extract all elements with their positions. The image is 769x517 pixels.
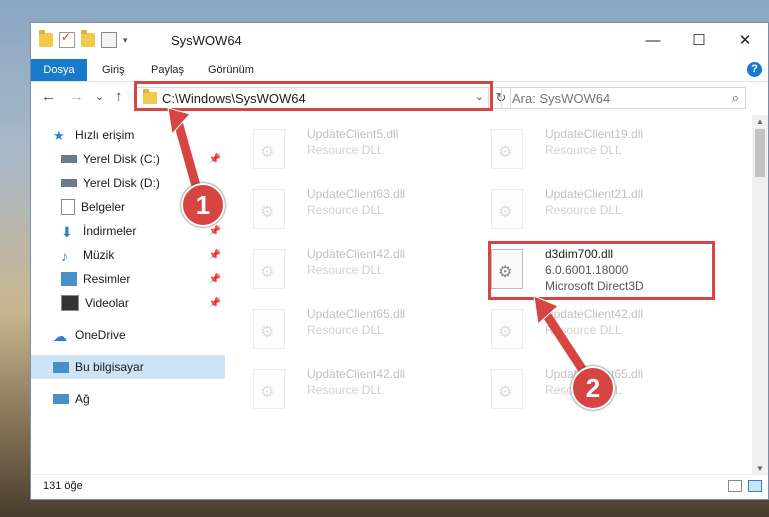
sidebar-item-music[interactable]: ♪ Müzik 📌 xyxy=(61,243,225,267)
pictures-icon xyxy=(61,272,77,286)
folder-icon xyxy=(39,30,53,47)
file-item[interactable]: UpdateClient42.dll Resource DLL xyxy=(239,241,469,297)
sidebar-item-label: İndirmeler xyxy=(83,224,137,238)
pin-icon: 📌 xyxy=(208,273,221,285)
video-icon xyxy=(61,295,79,311)
ribbon-tabs: Dosya Giriş Paylaş Görünüm ? xyxy=(31,59,768,82)
sidebar-item-label: Müzik xyxy=(83,248,115,262)
file-item[interactable]: UpdateClient5.dll Resource DLL xyxy=(239,121,469,177)
file-name: UpdateClient42.dll xyxy=(307,367,406,381)
vertical-scrollbar[interactable]: ▲ ▼ xyxy=(752,115,768,475)
file-name: UpdateClient65.dll xyxy=(307,307,406,321)
sidebar-item-label: Videolar xyxy=(85,296,129,310)
file-name: UpdateClient42.dll xyxy=(307,247,406,261)
dll-file-icon xyxy=(491,369,523,409)
sidebar-item-label: Yerel Disk (D:) xyxy=(83,176,160,190)
file-description: Resource DLL xyxy=(307,383,384,397)
file-item[interactable]: UpdateClient63.dll Resource DLL xyxy=(239,181,469,237)
music-icon: ♪ xyxy=(61,248,68,264)
dll-file-icon xyxy=(253,369,285,409)
computer-icon xyxy=(53,361,69,373)
recent-locations-button[interactable]: ⌄ xyxy=(95,90,104,103)
item-count: 131 öğe xyxy=(43,480,83,492)
scroll-up-icon[interactable]: ▲ xyxy=(756,117,764,126)
tab-view[interactable]: Görünüm xyxy=(208,59,254,81)
file-description: Resource DLL xyxy=(545,143,622,157)
back-button[interactable]: ← xyxy=(41,88,56,105)
search-icon: ⌕ xyxy=(731,90,739,105)
file-description: Resource DLL xyxy=(307,263,384,277)
maximize-button[interactable]: ☐ xyxy=(676,23,722,57)
help-icon[interactable]: ? xyxy=(747,62,762,77)
sidebar-item-this-pc[interactable]: Bu bilgisayar xyxy=(31,355,225,379)
title-bar: ▾ SysWOW64 — ☐ ✕ xyxy=(31,23,768,59)
sidebar-item-label: Ağ xyxy=(75,392,90,406)
step-1-badge: 1 xyxy=(181,183,225,227)
pin-icon: 📌 xyxy=(208,249,221,261)
dll-file-icon xyxy=(253,249,285,289)
explorer-window: ▾ SysWOW64 — ☐ ✕ Dosya Giriş Paylaş Görü… xyxy=(30,22,769,500)
sidebar-item-label: OneDrive xyxy=(75,328,126,342)
file-description: Resource DLL xyxy=(307,143,384,157)
file-name: UpdateClient63.dll xyxy=(307,187,406,201)
drive-icon xyxy=(61,155,77,163)
minimize-button[interactable]: — xyxy=(630,23,676,57)
dll-file-icon xyxy=(491,309,523,349)
file-item[interactable]: UpdateClient19.dll Resource DLL xyxy=(477,121,707,177)
sidebar-item-label: Bu bilgisayar xyxy=(75,360,144,374)
window-title: SysWOW64 xyxy=(171,33,242,48)
cloud-icon: ☁ xyxy=(53,328,67,344)
dll-file-icon xyxy=(253,189,285,229)
file-name: UpdateClient5.dll xyxy=(307,127,399,141)
sidebar-item-label: Belgeler xyxy=(81,200,126,214)
star-icon: ★ xyxy=(53,128,65,143)
scroll-down-icon[interactable]: ▼ xyxy=(756,464,764,473)
dll-file-icon xyxy=(253,309,285,349)
customize-toolbar-icon[interactable] xyxy=(101,32,117,48)
file-name: UpdateClient19.dll xyxy=(545,127,644,141)
close-button[interactable]: ✕ xyxy=(722,23,768,57)
pin-icon: 📌 xyxy=(208,297,221,309)
document-icon xyxy=(61,199,75,215)
sidebar-item-network[interactable]: Ağ xyxy=(53,387,225,411)
sidebar-item-label: Resimler xyxy=(83,272,131,286)
sidebar-item-onedrive[interactable]: ☁ OneDrive xyxy=(53,323,225,347)
tab-file[interactable]: Dosya xyxy=(31,59,87,81)
quick-access-toolbar: ▾ xyxy=(39,30,128,48)
view-switcher xyxy=(728,480,762,492)
file-description: Resource DLL xyxy=(307,203,384,217)
file-description: Resource DLL xyxy=(545,203,622,217)
sidebar-item-label: Hızlı erişim xyxy=(75,128,135,142)
file-description: Resource DLL xyxy=(307,323,384,337)
download-icon: ⬇ xyxy=(61,224,73,240)
sidebar-item-videos[interactable]: Videolar 📌 xyxy=(61,291,225,315)
file-item[interactable]: UpdateClient21.dll Resource DLL xyxy=(477,181,707,237)
scroll-thumb[interactable] xyxy=(755,129,765,177)
dll-file-icon xyxy=(491,129,523,169)
step-2-badge: 2 xyxy=(571,366,615,410)
up-button[interactable]: ↑ xyxy=(115,88,123,105)
file-item[interactable]: UpdateClient65.dll Resource DLL xyxy=(239,301,469,357)
search-input[interactable] xyxy=(510,90,714,107)
details-view-icon[interactable] xyxy=(728,480,742,492)
tab-home[interactable]: Giriş xyxy=(102,59,125,81)
tiles-view-icon[interactable] xyxy=(748,480,762,492)
drive-icon xyxy=(61,179,77,187)
network-icon xyxy=(53,394,69,404)
forward-button[interactable]: → xyxy=(69,88,84,105)
qat-dropdown-icon[interactable]: ▾ xyxy=(123,35,128,46)
dll-file-icon xyxy=(253,129,285,169)
status-bar: 131 öğe xyxy=(31,474,768,499)
file-name: UpdateClient21.dll xyxy=(545,187,644,201)
new-folder-icon[interactable] xyxy=(81,30,95,47)
properties-check-icon[interactable] xyxy=(59,30,75,48)
window-controls: — ☐ ✕ xyxy=(630,23,768,57)
tab-share[interactable]: Paylaş xyxy=(151,59,184,81)
search-box[interactable]: ⌕ xyxy=(501,87,746,109)
dll-file-icon xyxy=(491,189,523,229)
sidebar-item-label: Yerel Disk (C:) xyxy=(83,152,160,166)
file-item[interactable]: UpdateClient42.dll Resource DLL xyxy=(239,361,469,417)
sidebar-item-pictures[interactable]: Resimler 📌 xyxy=(61,267,225,291)
pin-icon: 📌 xyxy=(208,225,221,237)
